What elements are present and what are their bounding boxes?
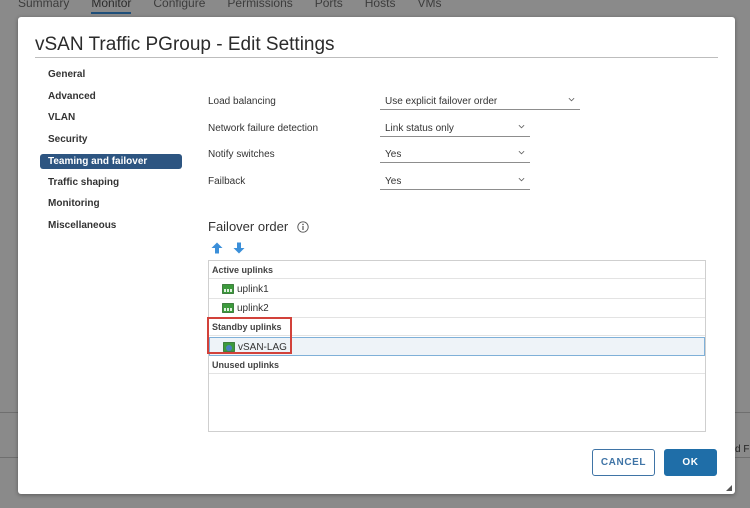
unused-uplinks-header: Unused uplinks: [209, 356, 705, 374]
nav-item-miscellaneous[interactable]: Miscellaneous: [40, 216, 182, 238]
info-icon[interactable]: [297, 221, 309, 233]
load-balancing-value: Use explicit failover order: [385, 96, 498, 107]
bg-edge-text: d F: [735, 444, 750, 455]
network-failure-detection-row: Network failure detection Link status on…: [208, 120, 608, 138]
load-balancing-select[interactable]: Use explicit failover order: [380, 93, 580, 110]
edit-settings-dialog: vSAN Traffic PGroup - Edit Settings Gene…: [18, 17, 735, 494]
network-failure-detection-value: Link status only: [385, 123, 454, 134]
title-divider: [35, 57, 718, 58]
active-uplinks-header: Active uplinks: [209, 261, 705, 279]
nav-item-monitoring[interactable]: Monitoring: [40, 194, 182, 216]
network-failure-detection-label: Network failure detection: [208, 123, 319, 134]
bg-divider: [0, 457, 20, 458]
uplink-label: uplink1: [237, 284, 269, 295]
failback-label: Failback: [208, 176, 246, 187]
load-balancing-label: Load balancing: [208, 96, 276, 107]
failback-select[interactable]: Yes: [380, 173, 530, 190]
network-adapter-icon: [222, 303, 234, 313]
bg-divider: [0, 412, 20, 413]
settings-nav: General Advanced VLAN Security Teaming a…: [40, 65, 182, 237]
notify-switches-value: Yes: [385, 149, 402, 160]
bg-divider: [735, 457, 750, 458]
list-item[interactable]: uplink2: [209, 299, 705, 318]
chevron-down-icon: [518, 124, 525, 129]
chevron-down-icon: [568, 97, 575, 102]
nav-item-general[interactable]: General: [40, 65, 182, 87]
network-adapter-icon: [222, 284, 234, 294]
bg-tab-permissions: Permissions: [227, 0, 293, 10]
bg-divider: [735, 412, 750, 413]
dialog-title: vSAN Traffic PGroup - Edit Settings: [35, 34, 335, 55]
load-balancing-row: Load balancing Use explicit failover ord…: [208, 93, 608, 111]
network-failure-detection-select[interactable]: Link status only: [380, 120, 530, 137]
list-item[interactable]: uplink1: [209, 280, 705, 299]
chevron-down-icon: [518, 150, 525, 155]
move-down-icon[interactable]: [233, 242, 245, 254]
bg-tab-monitor: Monitor: [91, 0, 132, 14]
nav-item-advanced[interactable]: Advanced: [40, 87, 182, 109]
failback-value: Yes: [385, 176, 402, 187]
bg-tab-configure: Configure: [153, 0, 206, 10]
cancel-button[interactable]: CANCEL: [592, 449, 655, 476]
bg-tab-ports: Ports: [314, 0, 343, 10]
nav-item-traffic-shaping[interactable]: Traffic shaping: [40, 173, 182, 195]
standby-highlight-box: [207, 317, 292, 354]
failback-row: Failback Yes: [208, 173, 608, 191]
bg-tab-hosts: Hosts: [364, 0, 396, 10]
move-up-icon[interactable]: [211, 242, 223, 254]
nav-item-vlan[interactable]: VLAN: [40, 108, 182, 130]
bg-tab-summary: Summary: [18, 0, 70, 10]
ok-button[interactable]: OK: [664, 449, 717, 476]
chevron-down-icon: [518, 177, 525, 182]
notify-switches-row: Notify switches Yes: [208, 146, 608, 164]
failover-order-title: Failover order: [208, 219, 289, 234]
background-tabs: Summary Monitor Configure Permissions Po…: [0, 0, 750, 14]
notify-switches-label: Notify switches: [208, 149, 275, 160]
bg-tab-vms: VMs: [417, 0, 442, 10]
resize-handle-icon[interactable]: [724, 483, 732, 491]
nav-item-security[interactable]: Security: [40, 130, 182, 152]
nav-item-teaming-and-failover[interactable]: Teaming and failover: [40, 154, 182, 169]
uplink-label: uplink2: [237, 303, 269, 314]
notify-switches-select[interactable]: Yes: [380, 146, 530, 163]
